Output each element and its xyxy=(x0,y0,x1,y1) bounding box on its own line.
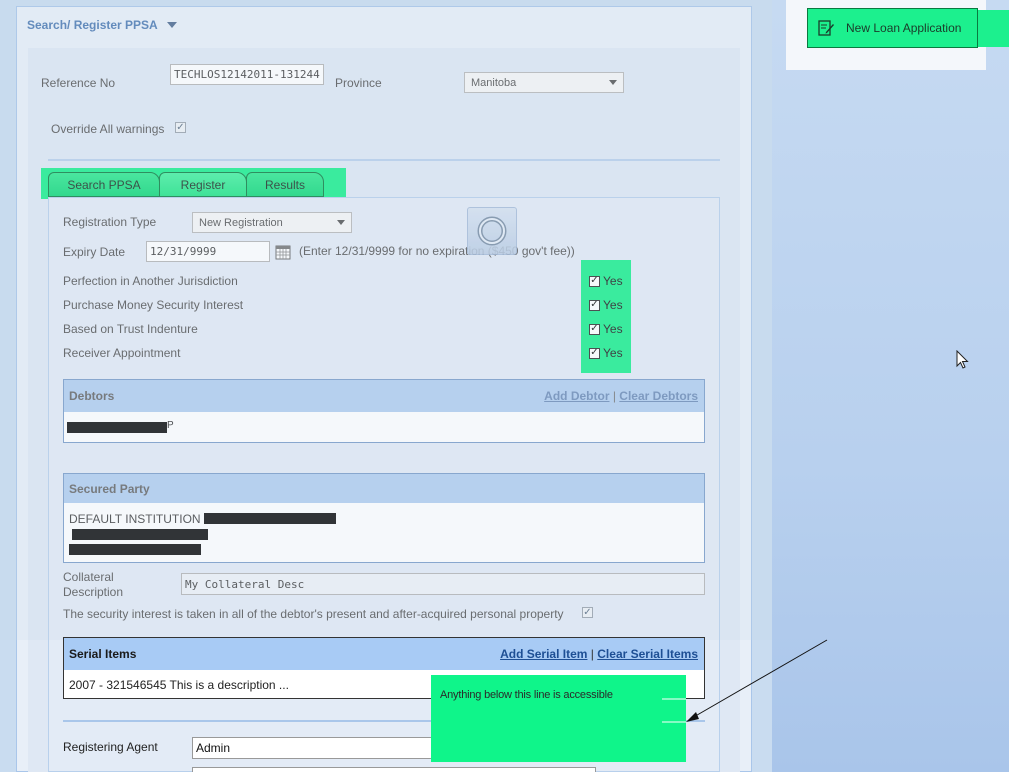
redacted-text xyxy=(72,529,208,540)
registration-type-value: New Registration xyxy=(199,216,283,229)
collateral-label-line2: Description xyxy=(63,585,124,599)
tab-results[interactable]: Results xyxy=(246,172,324,197)
mouse-cursor-icon xyxy=(956,350,969,369)
flag-label: Perfection in Another Jurisdiction xyxy=(63,274,238,288)
flag-yes-option[interactable]: ✓ Yes xyxy=(589,298,623,312)
secured-party-title: Secured Party xyxy=(69,481,150,496)
debtors-header: Debtors Add Debtor | Clear Debtors xyxy=(64,380,704,412)
flag-checkbox[interactable]: ✓ xyxy=(589,275,600,287)
tab-search-ppsa[interactable]: Search PPSA xyxy=(48,172,160,197)
flag-yes-label: Yes xyxy=(603,274,623,288)
dropdown-arrow-icon xyxy=(337,220,345,225)
debtors-title: Debtors xyxy=(69,389,115,403)
spinner-icon xyxy=(477,216,507,246)
expiry-date-input[interactable]: 12/31/9999 xyxy=(146,241,270,262)
collateral-label: Collateral xyxy=(63,570,114,584)
next-field-input[interactable] xyxy=(192,767,596,772)
registering-agent-label: Registering Agent xyxy=(63,740,158,754)
separator: | xyxy=(612,389,616,403)
new-loan-application-button[interactable]: New Loan Application xyxy=(807,8,978,48)
override-checkbox[interactable]: ✓ xyxy=(175,122,186,133)
flag-checkbox[interactable]: ✓ xyxy=(589,323,600,335)
divider xyxy=(48,159,720,161)
flag-label: Receiver Appointment xyxy=(63,346,181,360)
chevron-down-icon[interactable] xyxy=(167,22,177,28)
expiry-hint: (Enter 12/31/9999 for no expiration ($45… xyxy=(299,244,575,258)
add-serial-item-link[interactable]: Add Serial Item xyxy=(500,647,587,661)
panel-title[interactable]: Search/ Register PPSA xyxy=(27,18,158,32)
flag-checkbox[interactable]: ✓ xyxy=(589,347,600,359)
loading-spinner xyxy=(467,207,517,255)
redacted-text xyxy=(67,422,167,433)
flag-label: Based on Trust Indenture xyxy=(63,322,198,336)
province-select[interactable]: Manitoba xyxy=(464,72,624,93)
expiry-date-label: Expiry Date xyxy=(63,245,126,259)
separator: | xyxy=(590,647,594,661)
calendar-icon[interactable] xyxy=(275,244,291,260)
annotation-arrow-icon xyxy=(662,639,828,723)
clear-debtors-link[interactable]: Clear Debtors xyxy=(619,389,698,403)
debtor-row[interactable]: P xyxy=(64,412,704,442)
tab-register[interactable]: Register xyxy=(159,172,247,197)
secured-party-grid: Secured Party DEFAULT INSTITUTION xyxy=(63,473,705,563)
secured-party-name: DEFAULT INSTITUTION xyxy=(69,512,201,526)
registration-type-label: Registration Type xyxy=(63,215,157,229)
redacted-text xyxy=(69,544,201,555)
security-interest-checkbox[interactable]: ✓ xyxy=(582,607,593,618)
flag-yes-label: Yes xyxy=(603,322,623,336)
redacted-text xyxy=(204,513,336,524)
add-debtor-link[interactable]: Add Debtor xyxy=(544,389,609,403)
serial-items-title: Serial Items xyxy=(69,647,137,661)
secured-party-details: DEFAULT INSTITUTION xyxy=(64,503,704,561)
debtor-suffix: P xyxy=(167,420,174,431)
registration-type-select[interactable]: New Registration xyxy=(192,212,352,233)
debtors-actions: Add Debtor | Clear Debtors xyxy=(544,389,698,403)
province-value: Manitoba xyxy=(471,76,517,89)
flag-checkbox[interactable]: ✓ xyxy=(589,299,600,311)
flag-yes-label: Yes xyxy=(603,346,623,360)
flag-yes-label: Yes xyxy=(603,298,623,312)
collateral-description-input[interactable]: My Collateral Desc xyxy=(181,573,705,595)
province-label: Province xyxy=(335,76,382,90)
flag-label: Purchase Money Security Interest xyxy=(63,298,244,312)
override-label: Override All warnings xyxy=(51,122,165,136)
new-loan-application-label: New Loan Application xyxy=(846,21,962,35)
security-interest-label: The security interest is taken in all of… xyxy=(63,607,564,621)
reference-input[interactable]: TECHLOS12142011-131244 xyxy=(170,64,324,85)
highlight-extension xyxy=(978,10,1009,47)
secured-party-header: Secured Party xyxy=(64,474,704,503)
registering-agent-input[interactable]: Admin xyxy=(192,737,438,759)
flag-yes-option[interactable]: ✓ Yes xyxy=(589,346,623,360)
flag-yes-option[interactable]: ✓ Yes xyxy=(589,274,623,288)
debtors-grid: Debtors Add Debtor | Clear Debtors P xyxy=(63,379,705,443)
serial-items-header: Serial Items Add Serial Item | Clear Ser… xyxy=(64,638,704,670)
edit-document-icon xyxy=(816,18,836,38)
dropdown-arrow-icon xyxy=(609,80,617,85)
reference-label: Reference No xyxy=(41,76,116,90)
flag-yes-option[interactable]: ✓ Yes xyxy=(589,322,623,336)
accessibility-annotation: Anything below this line is accessible xyxy=(431,675,686,762)
